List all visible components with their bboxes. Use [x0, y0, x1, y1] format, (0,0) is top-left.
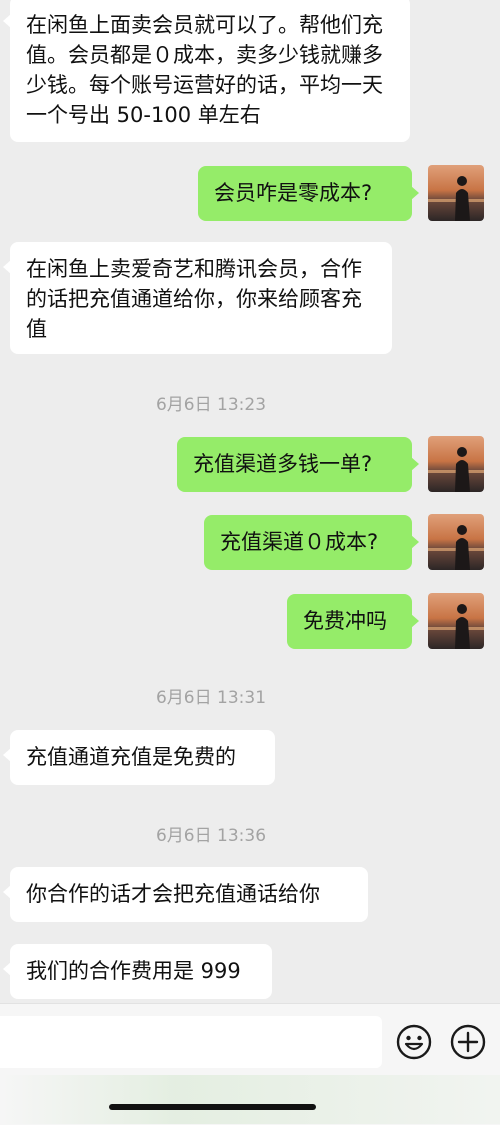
keyboard-area-shade: [0, 1075, 500, 1124]
avatar-sunset-icon: [428, 593, 484, 649]
plus-icon: [450, 1024, 486, 1060]
home-indicator[interactable]: [109, 1104, 316, 1110]
message-bubble-sent[interactable]: 免费冲吗: [287, 594, 419, 649]
message-text: 你合作的话才会把充值通话给你: [26, 882, 320, 906]
chat-message-list[interactable]: 在闲鱼上面卖会员就可以了。帮他们充值。会员都是０成本，卖多少钱就赚多少钱。每个账…: [0, 0, 500, 1000]
timestamp: 6月6日 13:31: [155, 688, 267, 708]
timestamp: 6月6日 13:36: [155, 826, 267, 846]
avatar[interactable]: [428, 514, 484, 570]
message-text: 在闲鱼上面卖会员就可以了。帮他们充值。会员都是０成本，卖多少钱就赚多少钱。每个账…: [26, 13, 383, 127]
emoji-button[interactable]: [396, 1024, 432, 1060]
message-bubble-received[interactable]: 我们的合作费用是 999: [3, 944, 272, 999]
avatar-sunset-icon: [428, 436, 484, 492]
emoji-icon: [396, 1024, 432, 1060]
message-text: 充值渠道多钱一单?: [193, 452, 373, 476]
message-input[interactable]: [0, 1016, 382, 1068]
message-bubble-sent[interactable]: 会员咋是零成本?: [198, 166, 419, 221]
message-bubble-received[interactable]: 你合作的话才会把充值通话给你: [3, 867, 368, 922]
message-text: 我们的合作费用是 999: [26, 959, 241, 983]
message-bubble-received[interactable]: 在闲鱼上面卖会员就可以了。帮他们充值。会员都是０成本，卖多少钱就赚多少钱。每个账…: [3, 0, 410, 142]
plus-button[interactable]: [450, 1024, 486, 1060]
message-bubble-sent[interactable]: 充值渠道多钱一单?: [177, 437, 419, 492]
message-bubble-received[interactable]: 充值通道充值是免费的: [3, 730, 275, 785]
avatar[interactable]: [428, 165, 484, 221]
avatar[interactable]: [428, 593, 484, 649]
message-text: 充值通道充值是免费的: [26, 745, 236, 769]
message-bubble-sent[interactable]: 充值渠道０成本?: [204, 515, 419, 570]
message-text: 会员咋是零成本?: [214, 181, 373, 205]
message-text: 免费冲吗: [303, 609, 387, 633]
message-text: 在闲鱼上卖爱奇艺和腾讯会员，合作的话把充值通道给你，你来给顾客充值: [26, 257, 362, 341]
avatar[interactable]: [428, 436, 484, 492]
message-bubble-received[interactable]: 在闲鱼上卖爱奇艺和腾讯会员，合作的话把充值通道给你，你来给顾客充值: [3, 242, 392, 354]
avatar-sunset-icon: [428, 165, 484, 221]
message-text: 充值渠道０成本?: [220, 530, 379, 554]
timestamp: 6月6日 13:23: [155, 395, 267, 415]
avatar-sunset-icon: [428, 514, 484, 570]
